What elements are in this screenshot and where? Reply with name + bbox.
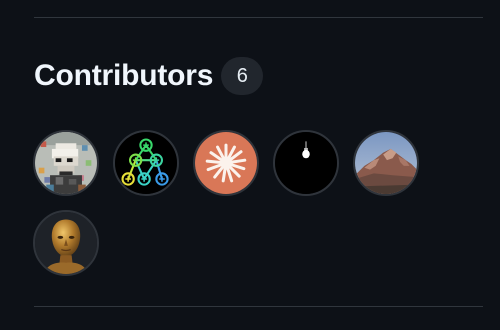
contributors-header: Contributors 6 [34,56,264,96]
contributor-avatar-6[interactable] [33,210,99,276]
neural-network-avatar-icon [115,132,177,194]
contributors-count-badge: 6 [221,57,264,95]
lightbulb-avatar-icon [275,132,337,194]
top-divider [34,17,483,18]
contributor-avatar-5[interactable] [353,130,419,196]
contributor-avatar-1[interactable] [33,130,99,196]
bottom-divider [34,306,483,307]
pixel-bust-avatar-icon [35,132,97,194]
contributors-avatar-list [33,130,453,276]
golden-head-avatar-icon [35,212,97,274]
mountain-avatar-icon [355,132,417,194]
contributor-avatar-4[interactable] [273,130,339,196]
starburst-avatar-icon [195,132,257,194]
contributor-avatar-3[interactable] [193,130,259,196]
contributor-avatar-2[interactable] [113,130,179,196]
contributors-panel: Contributors 6 [0,0,500,330]
contributors-title-link[interactable]: Contributors [34,59,213,93]
